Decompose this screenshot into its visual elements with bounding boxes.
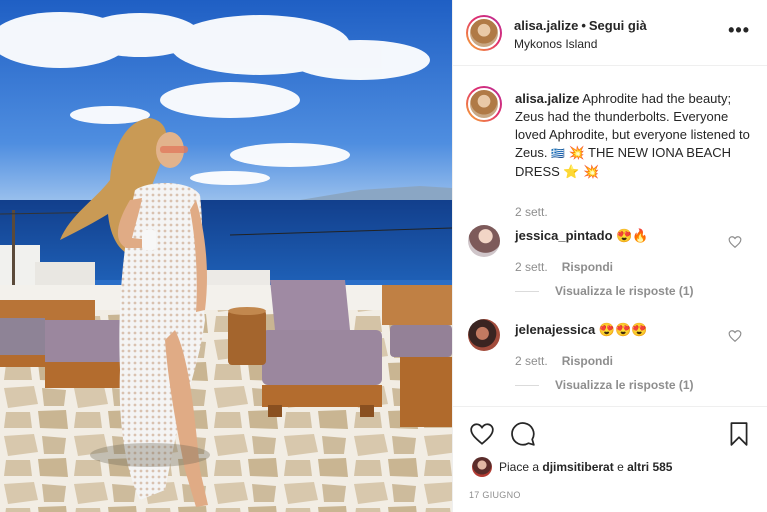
follow-status[interactable]: Segui già xyxy=(589,18,647,33)
view-replies-button[interactable]: Visualizza le risposte (1) xyxy=(515,378,694,392)
comment-meta: 2 sett. Rispondi xyxy=(515,354,613,368)
comment-like-icon[interactable] xyxy=(728,329,742,343)
more-options-icon[interactable]: ••• xyxy=(728,20,750,41)
view-replies-button[interactable]: Visualizza le risposte (1) xyxy=(515,284,694,298)
comment-text: 😍😍😍 xyxy=(598,322,648,337)
view-replies-label: Visualizza le risposte (1) xyxy=(555,284,694,298)
caption: alisa.jalize Aphrodite had the beauty; Z… xyxy=(515,90,755,181)
author-avatar[interactable] xyxy=(466,15,502,51)
view-replies-label: Visualizza le risposte (1) xyxy=(555,378,694,392)
reply-button[interactable]: Rispondi xyxy=(562,260,613,274)
author-username[interactable]: alisa.jalize xyxy=(514,18,578,33)
likes-conjunction: e xyxy=(617,460,624,474)
comment-text: 😍🔥 xyxy=(616,228,649,243)
comment-time[interactable]: 2 sett. xyxy=(515,260,548,274)
sparkle-emoji-2: 💥 xyxy=(583,164,600,179)
bookmark-icon[interactable] xyxy=(726,421,752,447)
caption-time[interactable]: 2 sett. xyxy=(515,205,548,219)
author-line: alisa.jalize • Segui già xyxy=(514,18,647,33)
comments-section: alisa.jalize Aphrodite had the beauty; Z… xyxy=(453,66,767,406)
post-panel: alisa.jalize • Segui già Mykonos Island ••… xyxy=(452,0,767,512)
sparkle-emoji: 💥 xyxy=(568,145,585,160)
comment-time[interactable]: 2 sett. xyxy=(515,354,548,368)
comment-like-icon[interactable] xyxy=(728,235,742,249)
location-link[interactable]: Mykonos Island xyxy=(514,37,597,51)
liker-username[interactable]: djimsitiberat xyxy=(542,460,613,474)
comment: jelenajessica 😍😍😍 xyxy=(515,322,647,338)
comment-username[interactable]: jelenajessica xyxy=(515,322,595,337)
post-photo[interactable] xyxy=(0,0,452,512)
reply-button[interactable]: Rispondi xyxy=(562,354,613,368)
caption-tagline: THE NEW IONA BEACH DRESS xyxy=(515,145,732,179)
post-header: alisa.jalize • Segui già Mykonos Island ••… xyxy=(453,0,767,66)
liker-avatar[interactable] xyxy=(472,457,492,477)
likes-summary: Piace a djimsitiberat e altri 585 xyxy=(499,460,672,474)
star-emoji: ⭐ xyxy=(563,164,580,179)
likes-others-link[interactable]: altri 585 xyxy=(627,460,672,474)
comment-meta: 2 sett. Rispondi xyxy=(515,260,613,274)
likes-prefix: Piace a xyxy=(499,460,540,474)
replies-line xyxy=(515,385,539,387)
photo-scene xyxy=(0,0,452,512)
separator-dot: • xyxy=(581,18,586,33)
comment-avatar[interactable] xyxy=(468,319,500,351)
replies-line xyxy=(515,291,539,293)
actions-bar: Piace a djimsitiberat e altri 585 17 GIU… xyxy=(453,406,767,512)
post-date[interactable]: 17 GIUGNO xyxy=(469,490,521,500)
caption-avatar[interactable] xyxy=(466,86,502,122)
comment-bubble-icon[interactable] xyxy=(510,421,536,447)
comment-username[interactable]: jessica_pintado xyxy=(515,228,613,243)
flag-emoji: 🇬🇷 xyxy=(551,148,565,160)
like-heart-icon[interactable] xyxy=(469,421,495,447)
comment: jessica_pintado 😍🔥 xyxy=(515,228,649,244)
comment-avatar[interactable] xyxy=(468,225,500,257)
caption-username[interactable]: alisa.jalize xyxy=(515,91,579,106)
